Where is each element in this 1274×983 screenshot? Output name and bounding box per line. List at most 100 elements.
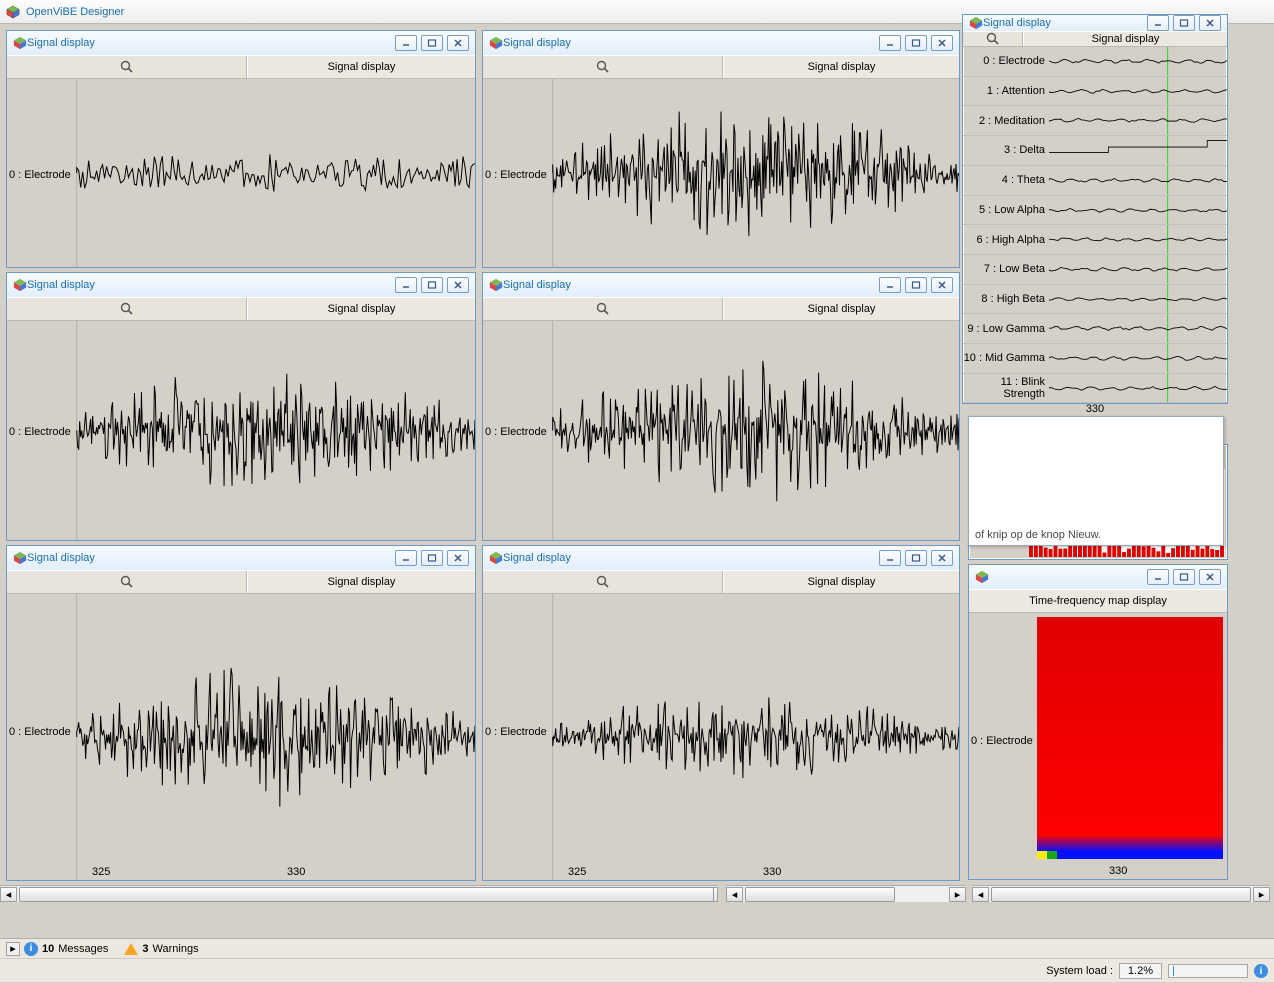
channel-row[interactable]: 9 : Low Gamma <box>963 314 1227 344</box>
scroll-track[interactable] <box>17 887 701 902</box>
channel-row[interactable]: 8 : High Beta <box>963 285 1227 315</box>
maximize-button[interactable] <box>421 550 443 566</box>
expand-messages-button[interactable]: ▸ <box>6 942 20 956</box>
maximize-button[interactable] <box>905 277 927 293</box>
panel-title-bar[interactable]: Signal display <box>963 15 1227 31</box>
toolbar-label[interactable]: Signal display <box>247 571 475 593</box>
scroll-left-button[interactable]: ◂ <box>0 887 17 902</box>
channel-list: 0 : Electrode1 : Attention2 : Meditation… <box>963 47 1227 402</box>
panel-title-bar[interactable]: Signal display <box>483 546 959 570</box>
info-icon[interactable]: i <box>1254 964 1268 978</box>
x-tick: 325 <box>92 866 110 878</box>
plot-area[interactable]: 0 : Electrode <box>483 79 959 267</box>
minimize-button[interactable] <box>879 550 901 566</box>
zoom-button[interactable] <box>7 571 247 593</box>
scrollbar-h-right[interactable]: ◂ ▸ <box>972 885 1270 902</box>
toolbar-label[interactable]: Signal display <box>247 56 475 78</box>
plot-area[interactable]: 0 : Electrode <box>483 321 959 540</box>
maximize-button[interactable] <box>1173 15 1195 31</box>
panel-title-text: Signal display <box>503 279 571 291</box>
close-button[interactable] <box>931 35 953 51</box>
scroll-thumb[interactable] <box>19 887 714 902</box>
channel-row[interactable]: 4 : Theta <box>963 166 1227 196</box>
toolbar-label[interactable]: Time-frequency map display <box>969 590 1227 612</box>
panel-title-text: Signal display <box>27 37 95 49</box>
zoom-button[interactable] <box>483 571 723 593</box>
signal-panel-5: Signal display Signal display 0 : Electr… <box>6 545 476 881</box>
panel-icon <box>13 278 27 292</box>
channel-row[interactable]: 6 : High Alpha <box>963 225 1227 255</box>
toolbar-label[interactable]: Signal display <box>723 298 959 320</box>
scroll-right-button[interactable]: ▸ <box>949 887 966 902</box>
maximize-button[interactable] <box>905 550 927 566</box>
panel-title-bar[interactable]: Signal display <box>483 31 959 55</box>
channel-row[interactable]: 5 : Low Alpha <box>963 196 1227 226</box>
scrollbar-h-left[interactable]: ◂ ▸ <box>0 885 718 902</box>
plot-area[interactable]: 0 : Electrode 325 330 <box>483 594 959 880</box>
scroll-left-button[interactable]: ◂ <box>972 887 989 902</box>
signal-panel-4: Signal display Signal display 0 : Electr… <box>482 272 960 541</box>
zoom-button[interactable] <box>483 298 723 320</box>
plot-area[interactable]: 0 : Electrode <box>7 79 475 267</box>
scrollbar-h-mid[interactable]: ◂ ▸ <box>726 885 966 902</box>
maximize-button[interactable] <box>421 35 443 51</box>
minimize-button[interactable] <box>1147 569 1169 585</box>
scroll-thumb[interactable] <box>991 887 1251 902</box>
zoom-button[interactable] <box>7 56 247 78</box>
minimize-button[interactable] <box>395 550 417 566</box>
scroll-track[interactable] <box>743 887 949 902</box>
close-button[interactable] <box>447 277 469 293</box>
channel-row[interactable]: 7 : Low Beta <box>963 255 1227 285</box>
warnings-count: 3 <box>142 943 148 955</box>
close-button[interactable] <box>931 277 953 293</box>
minimize-button[interactable] <box>879 277 901 293</box>
minimize-button[interactable] <box>395 35 417 51</box>
minimize-button[interactable] <box>395 277 417 293</box>
maximize-button[interactable] <box>421 277 443 293</box>
panel-title-bar[interactable]: Signal display <box>7 546 475 570</box>
x-tick: 330 <box>1109 865 1127 877</box>
maximize-button[interactable] <box>905 35 927 51</box>
channel-row[interactable]: 2 : Meditation <box>963 106 1227 136</box>
panel-toolbar: Signal display <box>7 55 475 79</box>
maximize-button[interactable] <box>1173 569 1195 585</box>
tf-map[interactable]: 0 : Electrode 330 <box>969 613 1227 879</box>
close-button[interactable] <box>1199 15 1221 31</box>
minimize-button[interactable] <box>1147 15 1169 31</box>
panel-title-bar[interactable]: Signal display <box>483 273 959 297</box>
close-button[interactable] <box>1199 569 1221 585</box>
scroll-left-button[interactable]: ◂ <box>726 887 743 902</box>
minimize-button[interactable] <box>879 35 901 51</box>
zoom-button[interactable] <box>963 32 1023 46</box>
panel-title-bar[interactable]: Signal display <box>7 273 475 297</box>
warning-icon <box>124 943 138 955</box>
zoom-button[interactable] <box>483 56 723 78</box>
channel-row[interactable]: 1 : Attention <box>963 77 1227 107</box>
panel-icon <box>13 36 27 50</box>
channel-row[interactable]: 0 : Electrode <box>963 47 1227 77</box>
panel-title-bar[interactable] <box>969 565 1227 589</box>
close-button[interactable] <box>447 35 469 51</box>
toolbar-label[interactable]: Signal display <box>723 571 959 593</box>
signal-panel-1: Signal display Signal display 0 : Electr… <box>6 30 476 268</box>
zoom-button[interactable] <box>7 298 247 320</box>
toolbar-label[interactable]: Signal display <box>1023 32 1227 46</box>
scroll-right-button[interactable]: ▸ <box>1253 887 1270 902</box>
app-title: OpenViBE Designer <box>26 6 124 18</box>
channel-trace <box>1049 285 1227 314</box>
close-button[interactable] <box>447 550 469 566</box>
panel-title-bar[interactable]: Signal display <box>7 31 475 55</box>
scroll-thumb[interactable] <box>745 887 895 902</box>
channel-row[interactable]: 10 : Mid Gamma <box>963 344 1227 374</box>
channel-trace <box>1049 344 1227 373</box>
toolbar-label[interactable]: Signal display <box>723 56 959 78</box>
plot-area[interactable]: 0 : Electrode <box>7 321 475 540</box>
scroll-track[interactable] <box>989 887 1253 902</box>
channel-row[interactable]: 11 : Blink Strength <box>963 374 1227 403</box>
panel-title-text: Signal display <box>503 552 571 564</box>
close-button[interactable] <box>931 550 953 566</box>
toolbar-label[interactable]: Signal display <box>247 298 475 320</box>
channel-trace <box>1049 77 1227 106</box>
plot-area[interactable]: 0 : Electrode 325 330 <box>7 594 475 880</box>
channel-row[interactable]: 3 : Delta <box>963 136 1227 166</box>
